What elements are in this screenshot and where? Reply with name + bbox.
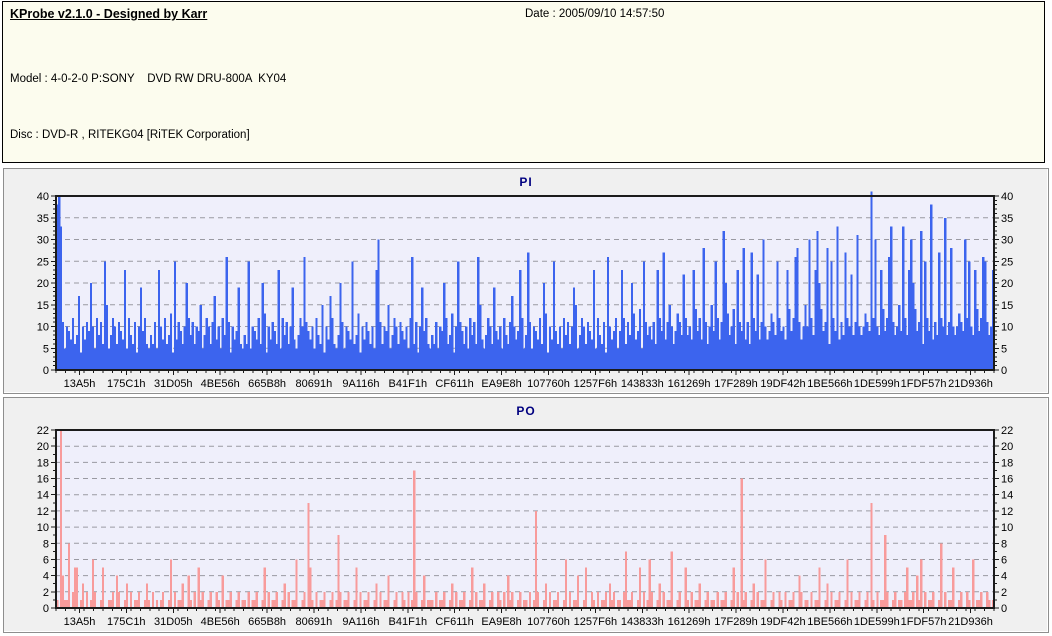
svg-text:1FDF57h: 1FDF57h	[901, 616, 947, 628]
svg-text:25: 25	[37, 256, 49, 268]
svg-text:143833h: 143833h	[621, 378, 664, 390]
svg-text:35: 35	[1001, 213, 1013, 225]
svg-text:22: 22	[1001, 425, 1013, 437]
svg-text:10: 10	[37, 322, 49, 334]
svg-text:6: 6	[1001, 555, 1007, 567]
po-chart-panel: PO 0022446688101012121414161618182020222…	[3, 397, 1049, 633]
svg-text:17F289h: 17F289h	[714, 378, 757, 390]
svg-text:16: 16	[1001, 474, 1013, 486]
svg-text:2: 2	[43, 587, 49, 599]
svg-text:13A5h: 13A5h	[64, 616, 96, 628]
svg-text:4: 4	[1001, 571, 1007, 583]
svg-text:B41F1h: B41F1h	[389, 616, 428, 628]
svg-text:CF611h: CF611h	[435, 616, 473, 628]
svg-text:17F289h: 17F289h	[714, 616, 757, 628]
svg-text:0: 0	[43, 365, 49, 377]
scan-date-label: Date : 2005/09/10 14:57:50	[525, 8, 664, 20]
svg-text:21D936h: 21D936h	[948, 616, 993, 628]
svg-text:0: 0	[1001, 365, 1007, 377]
svg-text:31D05h: 31D05h	[154, 616, 193, 628]
svg-text:21D936h: 21D936h	[948, 378, 993, 390]
svg-text:1DE599h: 1DE599h	[854, 616, 900, 628]
svg-text:143833h: 143833h	[621, 616, 664, 628]
po-chart: 0022446688101012121414161618182020222213…	[4, 398, 1048, 632]
svg-text:4BE56h: 4BE56h	[201, 378, 240, 390]
svg-text:16: 16	[37, 474, 49, 486]
svg-text:19DF42h: 19DF42h	[760, 616, 805, 628]
pi-chart-panel: PI 0055101015152020252530303535404013A5h…	[3, 168, 1049, 394]
svg-text:1FDF57h: 1FDF57h	[901, 378, 947, 390]
svg-text:19DF42h: 19DF42h	[760, 378, 805, 390]
svg-text:20: 20	[1001, 278, 1013, 290]
svg-text:12: 12	[37, 506, 49, 518]
svg-text:5: 5	[43, 343, 49, 355]
svg-text:20: 20	[1001, 441, 1013, 453]
report-header-box: KProbe v2.1.0 - Designed by Karr Date : …	[2, 1, 1045, 163]
app-title: KProbe v2.1.0 - Designed by Karr	[10, 7, 207, 21]
svg-text:175C1h: 175C1h	[107, 616, 146, 628]
svg-text:20: 20	[37, 278, 49, 290]
svg-text:18: 18	[1001, 457, 1013, 469]
svg-text:CF611h: CF611h	[435, 378, 473, 390]
svg-text:665B8h: 665B8h	[248, 378, 286, 390]
svg-text:4: 4	[43, 571, 49, 583]
svg-text:30: 30	[37, 235, 49, 247]
svg-text:10: 10	[37, 522, 49, 534]
svg-text:15: 15	[1001, 300, 1013, 312]
svg-text:40: 40	[1001, 191, 1013, 203]
svg-text:1257F6h: 1257F6h	[574, 378, 617, 390]
svg-text:14: 14	[37, 490, 49, 502]
svg-text:14: 14	[1001, 490, 1013, 502]
svg-text:4BE56h: 4BE56h	[201, 616, 240, 628]
svg-text:20: 20	[37, 441, 49, 453]
svg-text:1BE566h: 1BE566h	[807, 378, 852, 390]
svg-text:0: 0	[43, 603, 49, 615]
svg-text:30: 30	[1001, 235, 1013, 247]
svg-text:EA9E8h: EA9E8h	[481, 616, 521, 628]
svg-text:15: 15	[37, 300, 49, 312]
svg-text:1DE599h: 1DE599h	[854, 378, 900, 390]
svg-text:665B8h: 665B8h	[248, 616, 286, 628]
svg-text:161269h: 161269h	[668, 378, 711, 390]
svg-text:9A116h: 9A116h	[342, 378, 379, 390]
svg-text:25: 25	[1001, 256, 1013, 268]
svg-text:10: 10	[1001, 322, 1013, 334]
svg-text:10: 10	[1001, 522, 1013, 534]
svg-text:175C1h: 175C1h	[107, 378, 146, 390]
svg-text:13A5h: 13A5h	[64, 378, 96, 390]
svg-text:1257F6h: 1257F6h	[574, 616, 617, 628]
pi-chart: 0 0 5 5 10 10 15 15 20 20 25 25 30 30 35 35 40 40 13A5h 175…	[4, 169, 1048, 393]
svg-text:161269h: 161269h	[668, 616, 711, 628]
kprobe-report-window: { "header": { "title": "KProbe v2.1.0 - …	[0, 0, 1052, 636]
svg-text:40: 40	[37, 191, 49, 203]
info-line-disc: Disc : DVD-R , RITEKG04 [RiTEK Corporati…	[10, 126, 286, 145]
svg-text:80691h: 80691h	[296, 616, 333, 628]
svg-text:18: 18	[37, 457, 49, 469]
svg-text:5: 5	[1001, 343, 1007, 355]
svg-text:2: 2	[1001, 587, 1007, 599]
svg-text:0: 0	[1001, 603, 1007, 615]
svg-text:EA9E8h: EA9E8h	[481, 378, 521, 390]
svg-text:35: 35	[37, 213, 49, 225]
svg-text:12: 12	[1001, 506, 1013, 518]
svg-text:31D05h: 31D05h	[154, 378, 193, 390]
svg-text:8: 8	[1001, 538, 1007, 550]
svg-text:22: 22	[37, 425, 49, 437]
info-line-model: Model : 4-0-2-0 P:SONY DVD RW DRU-800A K…	[10, 70, 286, 89]
svg-text:1BE566h: 1BE566h	[807, 616, 852, 628]
svg-text:6: 6	[43, 555, 49, 567]
svg-text:107760h: 107760h	[527, 616, 570, 628]
svg-text:80691h: 80691h	[296, 378, 333, 390]
svg-text:B41F1h: B41F1h	[389, 378, 428, 390]
svg-text:8: 8	[43, 538, 49, 550]
plot-background	[56, 430, 994, 608]
svg-text:107760h: 107760h	[527, 378, 570, 390]
svg-text:9A116h: 9A116h	[342, 616, 379, 628]
